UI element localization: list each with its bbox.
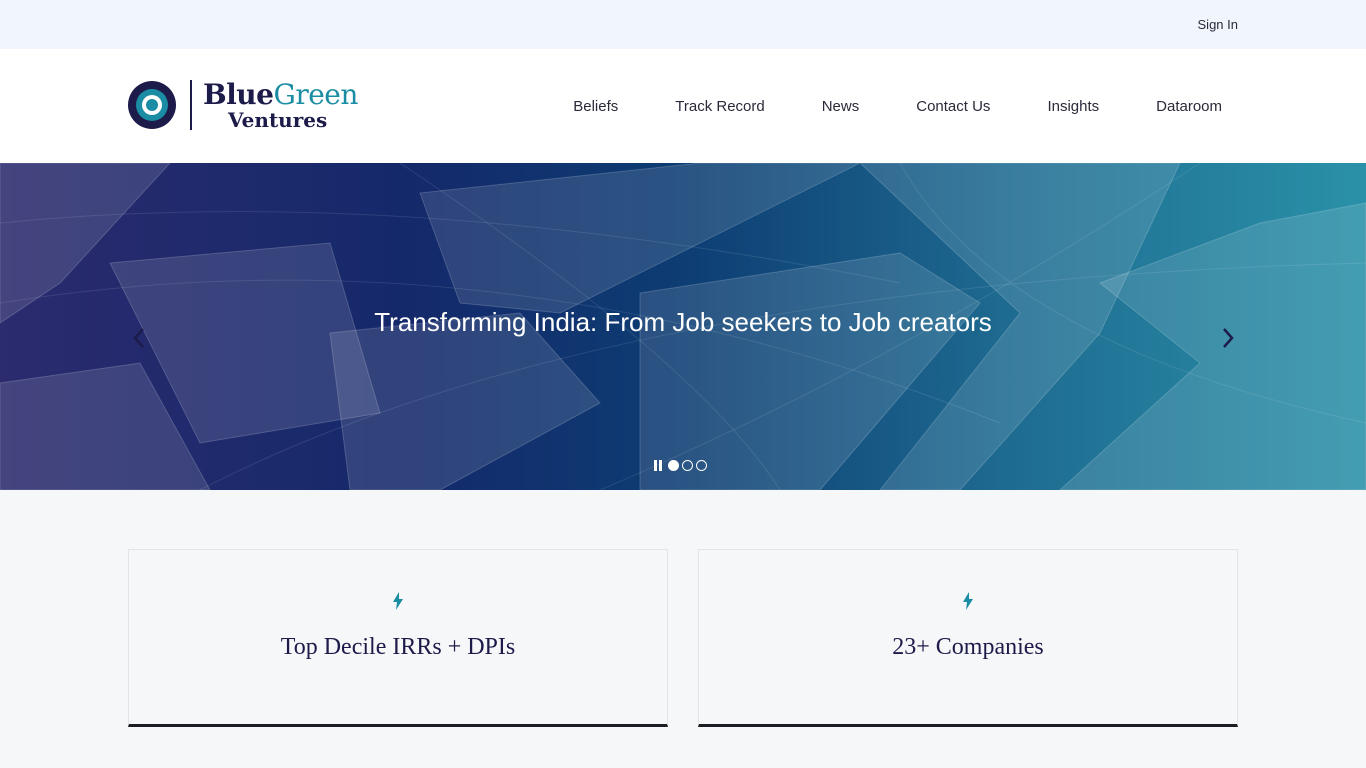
main-nav: Beliefs Track Record News Contact Us Ins…: [516, 98, 1222, 115]
logo-target-icon: [128, 81, 176, 129]
card-title: Top Decile IRRs + DPIs: [280, 634, 516, 660]
nav-item-beliefs[interactable]: Beliefs: [573, 98, 618, 115]
nav-item-insights[interactable]: Insights: [1047, 98, 1099, 115]
slide-dot-1[interactable]: [668, 460, 679, 471]
logo-divider: [190, 80, 192, 130]
feature-card-companies: 23+ Companies: [698, 549, 1238, 727]
site-header: BlueGreen Ventures Beliefs Track Record …: [0, 49, 1366, 163]
nav-item-dataroom[interactable]: Dataroom: [1156, 98, 1222, 115]
logo-word-ventures: Ventures: [228, 108, 328, 132]
top-utility-bar: Sign In: [0, 0, 1366, 49]
nav-item-track-record[interactable]: Track Record: [675, 98, 764, 115]
nav-item-contact-us[interactable]: Contact Us: [916, 98, 990, 115]
logo-wordmark: BlueGreen: [203, 78, 358, 111]
logo-word-blue: Blue: [203, 78, 274, 111]
hero-slider: Transforming India: From Job seekers to …: [0, 163, 1366, 490]
card-title: 23+ Companies: [892, 634, 1044, 660]
chevron-right-icon[interactable]: [1216, 323, 1240, 353]
bolt-icon: [963, 592, 973, 610]
bluegreen-logo[interactable]: BlueGreen Ventures: [128, 78, 368, 134]
bolt-icon: [393, 592, 403, 610]
slide-dot-2[interactable]: [682, 460, 693, 471]
slider-controls: [654, 460, 707, 471]
feature-card-irr: Top Decile IRRs + DPIs: [128, 549, 668, 727]
chevron-left-icon[interactable]: [127, 323, 151, 353]
hero-headline: Transforming India: From Job seekers to …: [374, 307, 992, 337]
pause-icon[interactable]: [654, 460, 665, 471]
nav-item-news[interactable]: News: [822, 98, 860, 115]
logo-word-green: Green: [273, 78, 358, 111]
sign-in-link[interactable]: Sign In: [1198, 17, 1238, 32]
slide-dot-3[interactable]: [696, 460, 707, 471]
